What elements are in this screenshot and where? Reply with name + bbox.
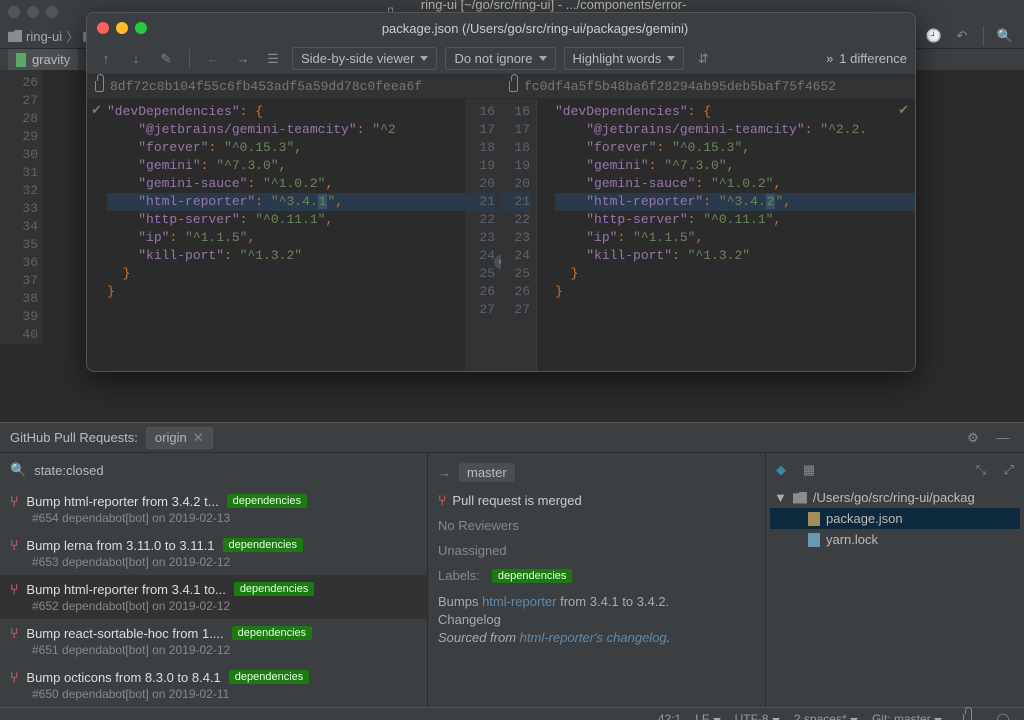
json-file-icon	[808, 512, 820, 526]
pull-request-icon: ⑂	[10, 581, 18, 597]
forward-icon[interactable]: →	[232, 48, 254, 70]
diff-popup-title: package.json (/Users/go/src/ring-ui/pack…	[165, 21, 905, 36]
ignore-dropdown[interactable]: Do not ignore	[445, 47, 555, 70]
folder-icon	[793, 492, 807, 504]
left-revision: 8df72c8b104f55c6fb453adf5a59dd78c0feea6f	[87, 75, 501, 98]
search-icon: 🔍	[10, 462, 26, 478]
folder-icon	[8, 30, 22, 42]
status-ok-icon: ✔	[898, 103, 909, 118]
breadcrumb-segment[interactable]: ring-ui〉	[8, 27, 79, 46]
caret-position[interactable]: 42:1	[658, 712, 681, 720]
changelog-link[interactable]: html-reporter's changelog	[520, 630, 667, 645]
search-everywhere-icon[interactable]: 🔍	[994, 25, 1016, 47]
lock-icon	[509, 81, 518, 92]
tree-file[interactable]: yarn.lock	[770, 529, 1020, 550]
dependencies-badge: dependencies	[223, 538, 304, 552]
pull-request-icon: ⑂	[438, 492, 446, 508]
pr-search-field[interactable]: 🔍 state:closed	[0, 453, 427, 487]
popup-minimize-icon[interactable]	[116, 22, 128, 34]
pull-request-icon: ⑂	[10, 493, 18, 509]
diff-count: » 1 difference	[826, 51, 907, 66]
package-link[interactable]: html-reporter	[482, 594, 556, 609]
group-by-icon[interactable]: ▦	[798, 459, 820, 481]
arrow-right-icon: →	[438, 465, 451, 480]
pr-title: Bump lerna from 3.11.0 to 3.11.1	[26, 538, 214, 553]
pr-search-query: state:closed	[34, 463, 103, 478]
lock-icon	[95, 81, 104, 92]
pr-subtitle: #653 dependabot[bot] on 2019-02-12	[10, 555, 417, 569]
diff-left-gutter: 161718192021222324252627	[465, 99, 501, 372]
highlight-dropdown[interactable]: Highlight words	[564, 47, 685, 70]
back-icon[interactable]: ←	[202, 48, 224, 70]
diff-right-gutter: 161718192021222324252627	[501, 99, 537, 372]
pr-list-item[interactable]: ⑂ Bump octicons from 8.3.0 to 8.4.1 depend…	[0, 663, 427, 707]
tree-folder[interactable]: ▼/Users/go/src/ring-ui/packag	[770, 487, 1020, 508]
pr-subtitle: #654 dependabot[bot] on 2019-02-13	[10, 511, 417, 525]
window-close-icon[interactable]	[8, 6, 20, 18]
tree-file[interactable]: package.json	[770, 508, 1020, 529]
vcs-history-icon[interactable]: 🕘	[923, 25, 945, 47]
labels-label: Labels:	[438, 568, 480, 583]
pr-list-item[interactable]: ⑂ Bump react-sortable-hoc from 1.... depen…	[0, 619, 427, 663]
tool-window-title: GitHub Pull Requests:	[10, 430, 138, 445]
editor-gutter: 262728293031323334353637383940	[0, 70, 42, 344]
pr-description: Bumps html-reporter from 3.4.1 to 3.4.2.…	[438, 593, 755, 648]
pr-title: Bump react-sortable-hoc from 1....	[26, 626, 223, 641]
target-branch[interactable]: master	[459, 463, 515, 482]
window-zoom-icon[interactable]	[46, 6, 58, 18]
pr-title: Bump octicons from 8.3.0 to 8.4.1	[26, 670, 220, 685]
pull-request-icon: ⑂	[10, 625, 18, 641]
expand-all-icon[interactable]: ⤡	[970, 459, 992, 481]
show-diff-icon[interactable]: ◆	[770, 459, 792, 481]
pr-subtitle: #651 dependabot[bot] on 2019-02-12	[10, 643, 417, 657]
settings-icon[interactable]: ⚙	[962, 427, 984, 449]
collapse-unchanged-icon[interactable]: ⇵	[692, 48, 714, 70]
list-icon[interactable]: ☰	[262, 48, 284, 70]
diff-viewer-popup: package.json (/Users/go/src/ring-ui/pack…	[86, 12, 916, 372]
assignee-field: Unassigned	[438, 543, 755, 558]
right-revision: fc0df4a5f5b48ba6f28294ab95deb5baf75f4652	[501, 75, 915, 98]
git-branch[interactable]: Git: master	[872, 712, 942, 720]
file-encoding[interactable]: UTF-8	[735, 712, 780, 720]
merge-status: ⑂Pull request is merged	[438, 492, 755, 508]
notifications-icon[interactable]: ◯	[992, 708, 1014, 720]
expand-icon: ▼	[774, 490, 787, 505]
next-diff-icon[interactable]: ↓	[125, 48, 147, 70]
pull-request-icon: ⑂	[10, 537, 18, 553]
lock-file-icon	[808, 533, 820, 547]
line-separator[interactable]: LF	[695, 712, 720, 720]
hide-panel-icon[interactable]: —	[992, 427, 1014, 449]
edit-icon[interactable]: ✎	[155, 48, 177, 70]
pr-list-item[interactable]: ⑂ Bump html-reporter from 3.4.1 to... depe…	[0, 575, 427, 619]
remote-tab[interactable]: origin✕	[146, 427, 213, 449]
prev-diff-icon[interactable]: ↑	[95, 48, 117, 70]
window-minimize-icon[interactable]	[27, 6, 39, 18]
popup-close-icon[interactable]	[97, 22, 109, 34]
editor-tab[interactable]: gravity	[8, 49, 78, 70]
diff-right-code[interactable]: "devDependencies": { "@jetbrains/gemini-…	[537, 99, 915, 372]
pull-request-icon: ⑂	[10, 669, 18, 685]
go-file-icon	[16, 53, 26, 67]
pr-title: Bump html-reporter from 3.4.2 t...	[26, 494, 218, 509]
collapse-all-icon[interactable]: ⤢	[998, 459, 1020, 481]
reviewers-field: No Reviewers	[438, 518, 755, 533]
status-bar: 42:1 LF UTF-8 2 spaces* Git: master ◯	[0, 707, 1024, 720]
indent-config[interactable]: 2 spaces*	[794, 712, 858, 720]
popup-zoom-icon[interactable]	[135, 22, 147, 34]
dependencies-badge: dependencies	[234, 582, 315, 596]
pr-list-item[interactable]: ⑂ Bump html-reporter from 3.4.2 t... depen…	[0, 487, 427, 531]
pr-title: Bump html-reporter from 3.4.1 to...	[26, 582, 225, 597]
label-badge: dependencies	[492, 569, 573, 583]
vcs-revert-icon[interactable]: ↶	[951, 25, 973, 47]
pr-subtitle: #652 dependabot[bot] on 2019-02-12	[10, 599, 417, 613]
readonly-lock-icon[interactable]	[956, 708, 978, 720]
diff-mode-dropdown[interactable]: Side-by-side viewer	[292, 47, 437, 70]
dependencies-badge: dependencies	[232, 626, 313, 640]
dependencies-badge: dependencies	[227, 494, 308, 508]
diff-left-code[interactable]: "devDependencies": { "@jetbrains/gemini-…	[87, 99, 465, 372]
pr-subtitle: #650 dependabot[bot] on 2019-02-11	[10, 687, 417, 701]
dependencies-badge: dependencies	[229, 670, 310, 684]
pr-list-item[interactable]: ⑂ Bump lerna from 3.11.0 to 3.11.1 depende…	[0, 531, 427, 575]
